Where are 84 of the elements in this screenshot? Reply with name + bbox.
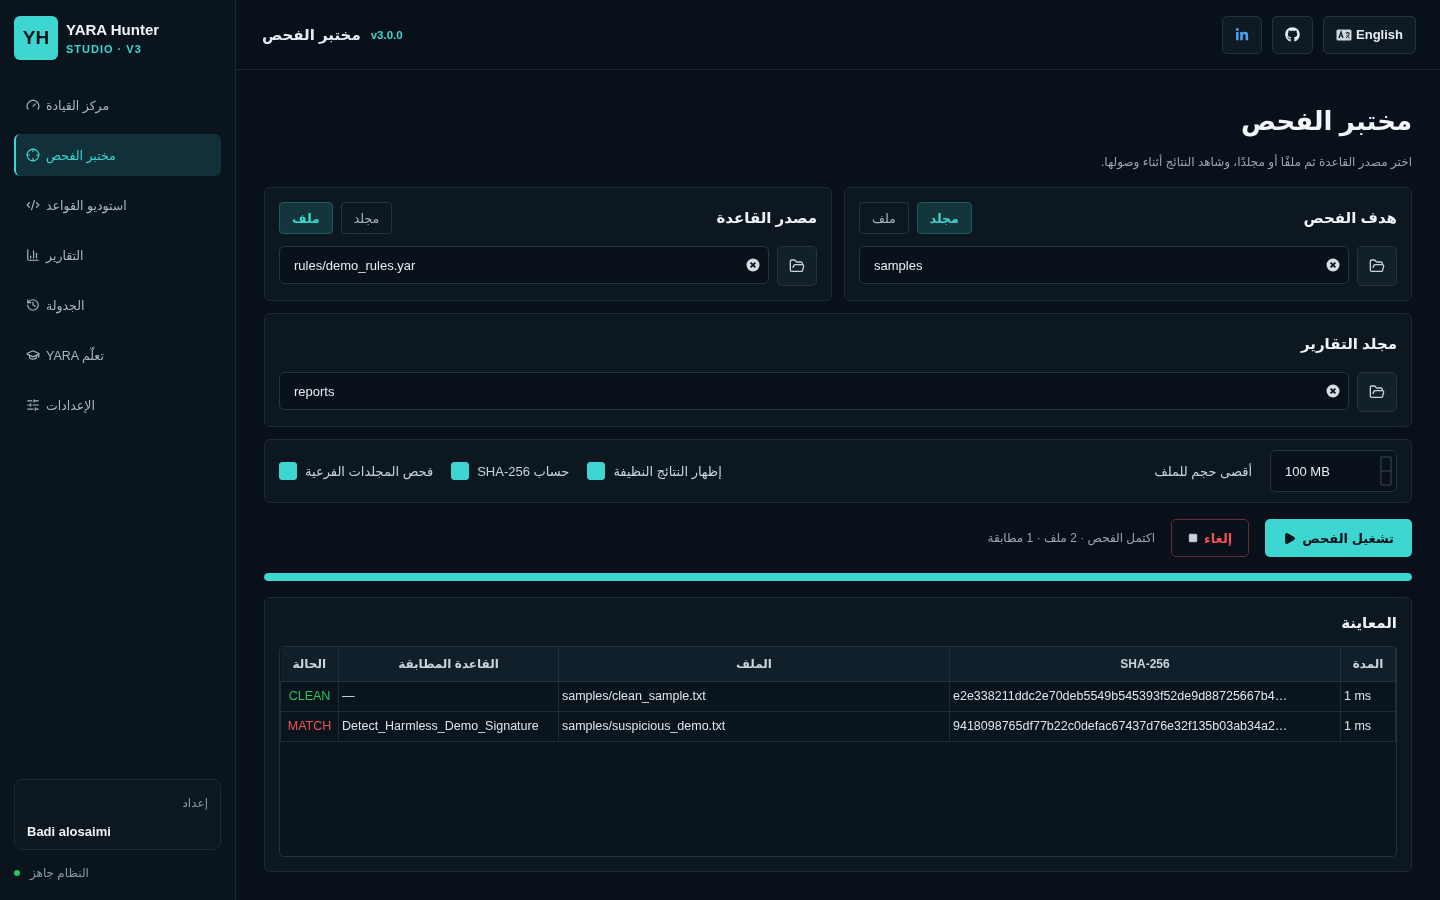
status-dot <box>14 870 20 876</box>
nav-label: الجدولة <box>46 297 85 313</box>
table-cell: 1 ms <box>1340 681 1396 711</box>
stop-icon <box>1188 533 1198 543</box>
nav-item[interactable]: الجدولة <box>14 284 221 326</box>
translate-icon <box>1336 28 1353 41</box>
profile-name: Badi alosaimi <box>27 824 112 839</box>
max-size-input[interactable]: 100 MB <box>1283 451 1380 491</box>
nav-item[interactable]: مختبر الفحص <box>14 134 221 176</box>
nav-label: مختبر الفحص <box>46 147 116 163</box>
max-size-field[interactable]: 100 MB <box>1270 450 1397 492</box>
nav-label: مركز القيادة <box>46 97 110 113</box>
max-size-label: أقصى حجم للملف <box>1154 463 1252 479</box>
nav-label: التقارير <box>46 247 84 263</box>
clear-icon[interactable] <box>1326 384 1340 398</box>
system-status: النظام جاهز <box>30 866 89 880</box>
mode-toggle[interactable]: ملف <box>859 202 909 234</box>
app-name: YARA Hunter <box>66 21 160 38</box>
nav-icon <box>26 148 40 162</box>
checkbox[interactable] <box>279 462 297 480</box>
run-button[interactable]: تشغيل الفحص <box>1265 519 1412 557</box>
nav-item[interactable]: التقارير <box>14 234 221 276</box>
column-header: SHA-256 <box>949 647 1341 681</box>
nav-label: الإعدادات <box>46 397 95 413</box>
page-subtitle: اختر مصدر القاعدة ثم ملفًا أو مجلدًا، وشاهد النتائج أثناء وصولها. <box>1099 155 1412 169</box>
play-icon <box>1283 531 1297 545</box>
nav-icon <box>26 198 40 212</box>
card-title: هدف الفحص <box>1303 209 1397 227</box>
card-title: مصدر القاعدة <box>716 209 817 227</box>
nav-item[interactable]: الإعدادات <box>14 384 221 426</box>
nav-icon <box>26 348 40 362</box>
browse-button[interactable] <box>777 246 817 286</box>
scan-status: اكتمل الفحص · 2 ملف · 1 مطابقة <box>987 531 1155 545</box>
page-title: مختبر الفحص <box>1239 106 1412 137</box>
checkbox[interactable] <box>451 462 470 480</box>
clear-icon[interactable] <box>1326 258 1340 272</box>
profile-caption: إعداد <box>181 796 208 810</box>
nav-icon <box>26 398 40 412</box>
checkbox-label: إظهار النتائج النظيفة <box>613 463 722 479</box>
language-button[interactable]: English <box>1323 15 1416 54</box>
card-title: المعاينة <box>1340 614 1397 632</box>
checkbox-label: حساب SHA-256 <box>477 463 570 479</box>
table-cell: samples/clean_sample.txt <box>558 681 950 711</box>
cancel-button[interactable]: إلغاء <box>1171 519 1250 557</box>
card-title: مجلد التقارير <box>1301 335 1397 353</box>
table-cell: Detect_Harmless_Demo_Signature <box>338 711 559 741</box>
app-subtitle: STUDIO · V3 <box>66 43 143 55</box>
table-cell: samples/suspicious_demo.txt <box>558 711 950 741</box>
mode-toggle[interactable]: ملف <box>279 202 333 234</box>
clear-icon[interactable] <box>746 258 760 272</box>
table-cell: 9418098765df77b22c0defac67437d76e32f135b03ab34a2… <box>949 711 1341 741</box>
folder-icon <box>1369 258 1385 274</box>
github-icon <box>1285 27 1301 42</box>
nav-icon <box>26 248 40 262</box>
browse-button[interactable] <box>1357 246 1397 286</box>
version-label: v3.0.0 <box>370 28 403 41</box>
github-button[interactable] <box>1272 15 1314 54</box>
nav-icon <box>26 98 40 112</box>
nav-item[interactable]: YARA تعلّم <box>14 334 221 376</box>
nav-item[interactable]: استوديو القواعد <box>14 184 221 226</box>
table-cell: 1 ms <box>1340 711 1396 741</box>
column-header: القاعدة المطابقة <box>338 647 559 681</box>
folder-icon <box>1369 384 1385 400</box>
nav-label: YARA تعلّم <box>46 347 104 363</box>
linkedin-icon <box>1235 27 1250 42</box>
mode-toggle[interactable]: مجلد <box>340 202 393 234</box>
logo: YH <box>14 16 58 60</box>
nav-icon <box>26 298 40 312</box>
table-cell: e2e338211ddc2e70deb5549b545393f52de9d88725667b4… <box>949 681 1341 711</box>
nav-label: استوديو القواعد <box>46 197 127 213</box>
status-cell: CLEAN <box>280 681 339 711</box>
nav-item[interactable]: مركز القيادة <box>14 84 221 126</box>
header-title: مختبر الفحص <box>262 25 361 44</box>
browse-button[interactable] <box>1357 372 1397 412</box>
table-cell: — <box>338 681 559 711</box>
linkedin-button[interactable] <box>1222 15 1263 54</box>
column-header: المدة <box>1340 647 1396 681</box>
status-cell: MATCH <box>280 711 339 741</box>
checkbox[interactable] <box>587 462 606 480</box>
folder-icon <box>789 258 805 274</box>
checkbox-label: فحص المجلدات الفرعية <box>305 463 434 479</box>
column-header: الملف <box>558 647 950 681</box>
column-header: الحالة <box>280 647 339 681</box>
mode-toggle[interactable]: مجلد <box>916 202 972 234</box>
